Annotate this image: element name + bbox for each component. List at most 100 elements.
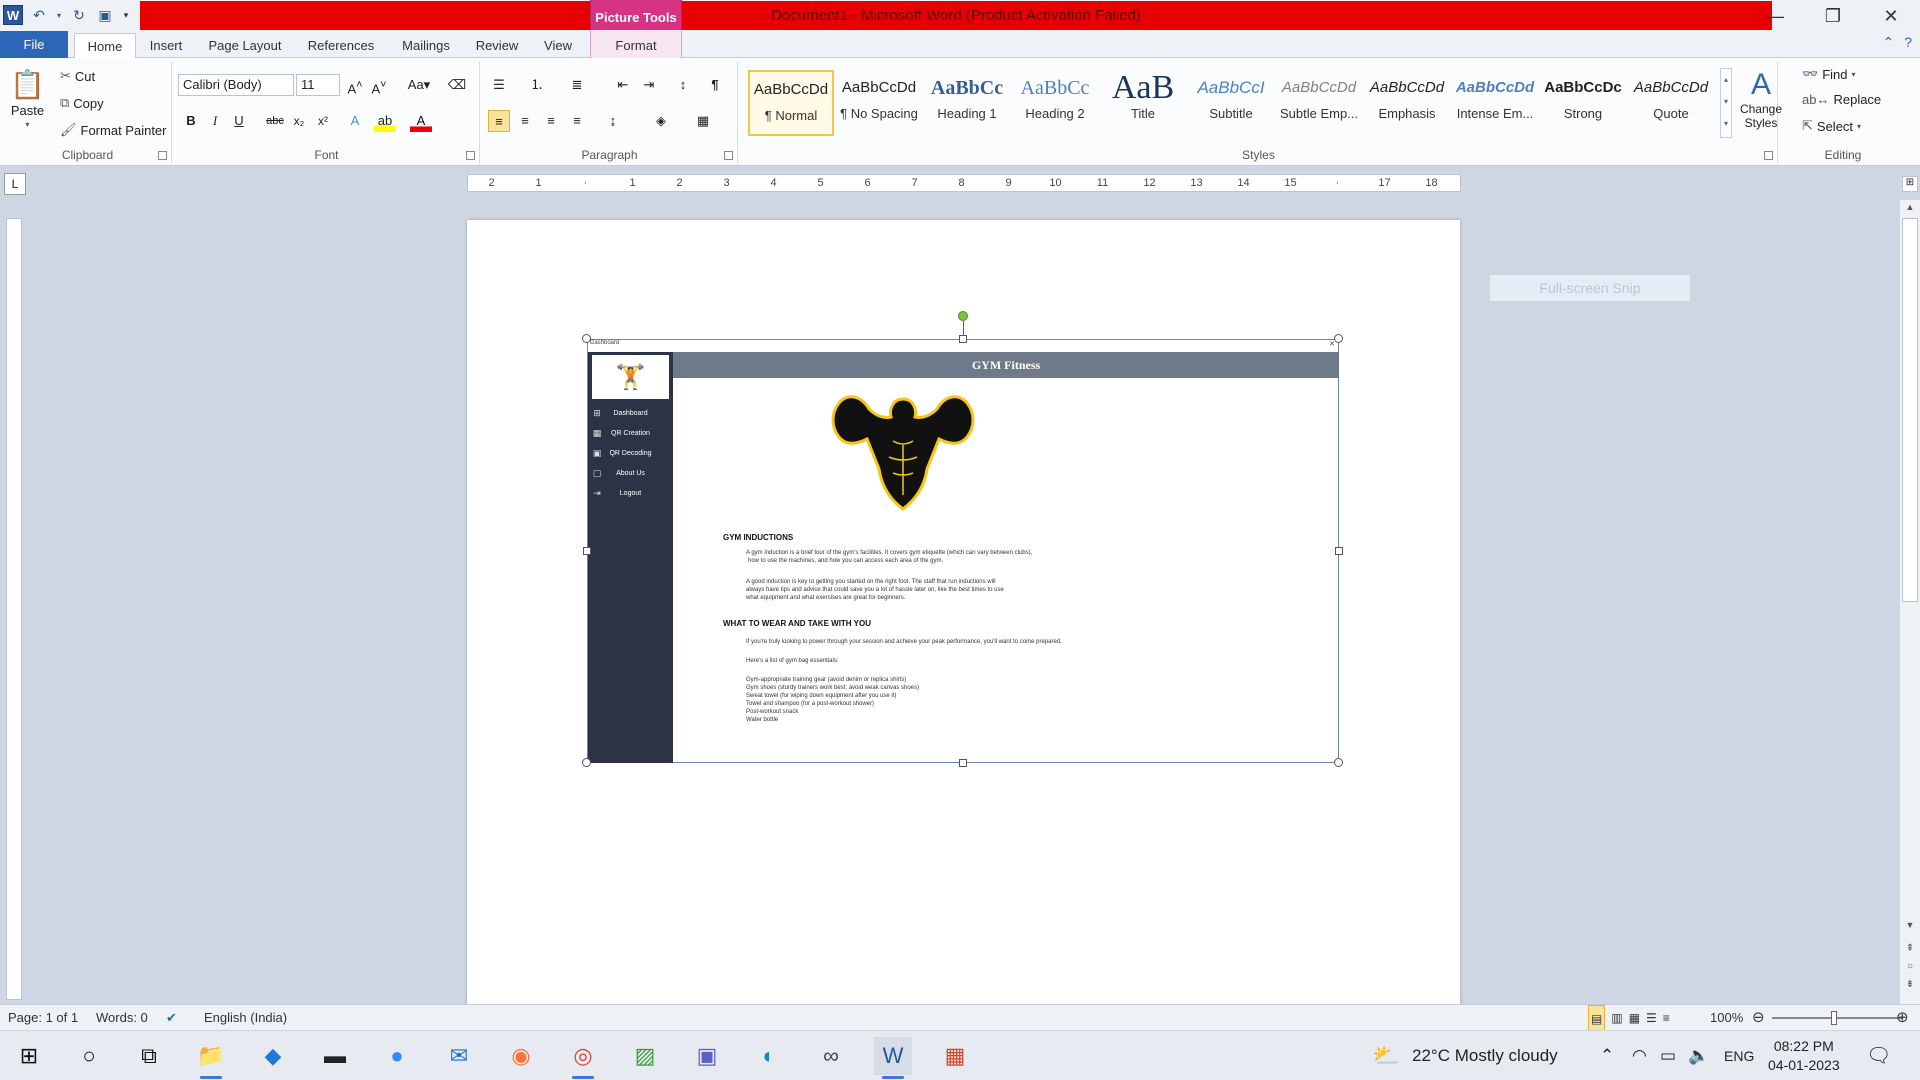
resize-handle-ne[interactable]	[1334, 334, 1343, 343]
proofing-icon[interactable]: ✔	[166, 1005, 177, 1031]
show-formatting-icon[interactable]: ¶	[704, 74, 726, 96]
tab-review[interactable]: Review	[470, 33, 524, 58]
full-screen-reading-icon[interactable]: ▥	[1611, 1005, 1622, 1031]
dialog-launcher-icon[interactable]	[466, 151, 475, 160]
style-intense-emphasis[interactable]: AaBbCcDd Intense Em...	[1452, 70, 1538, 136]
resize-handle-nw[interactable]	[582, 334, 591, 343]
web-layout-icon[interactable]: ▦	[1629, 1005, 1640, 1031]
change-styles-button[interactable]: A Change Styles	[1738, 68, 1784, 130]
language[interactable]: English (India)	[204, 1005, 287, 1031]
zoom-in-icon[interactable]: ⊕	[1896, 1005, 1909, 1031]
weather-icon[interactable]: ⛅	[1372, 1031, 1399, 1080]
app-icon[interactable]: ∞	[812, 1037, 850, 1075]
highlight-icon[interactable]: ab	[374, 110, 396, 132]
justify-icon[interactable]: ≡	[566, 110, 588, 132]
tab-file[interactable]: File	[0, 31, 68, 58]
input-language[interactable]: ENG	[1724, 1031, 1754, 1080]
scroll-up-icon[interactable]: ▲	[1902, 202, 1918, 216]
edge-icon[interactable]: ◐	[750, 1037, 788, 1075]
undo-dropdown-icon[interactable]: ▾	[55, 5, 63, 25]
collapse-ribbon-icon[interactable]: ⌃	[1882, 34, 1894, 51]
tray-chevron-icon[interactable]: ⌃	[1600, 1031, 1614, 1080]
tab-selector[interactable]: L	[4, 173, 26, 195]
browse-object-icons[interactable]: ⇞ ○ ⇟	[1902, 940, 1918, 1000]
style-strong[interactable]: AaBbCcDc Strong	[1540, 70, 1626, 136]
zoom-slider[interactable]	[1772, 1017, 1902, 1019]
file-explorer-icon[interactable]: 📁	[192, 1037, 230, 1079]
word-app-icon[interactable]: W	[3, 5, 23, 25]
font-name-box[interactable]: Calibri (Body)	[178, 74, 294, 96]
style-no-spacing[interactable]: AaBbCcDd ¶ No Spacing	[836, 70, 922, 136]
style-emphasis[interactable]: AaBbCcDd Emphasis	[1364, 70, 1450, 136]
style-quote[interactable]: AaBbCcDd Quote	[1628, 70, 1714, 136]
underline-icon[interactable]: U	[228, 110, 250, 132]
dialog-launcher-icon[interactable]	[724, 151, 733, 160]
numbering-icon[interactable]: ⒈	[526, 74, 548, 96]
strikethrough-icon[interactable]: abc	[264, 110, 286, 132]
style-heading-2[interactable]: AaBbCc Heading 2	[1012, 70, 1098, 136]
text-effects-icon[interactable]: A	[344, 110, 366, 132]
sort-icon[interactable]: ↕	[672, 74, 694, 96]
bold-icon[interactable]: B	[180, 110, 202, 132]
view-ruler-icon[interactable]: ⊞	[1902, 176, 1918, 192]
tab-mailings[interactable]: Mailings	[394, 33, 458, 58]
office-icon[interactable]: ▦	[936, 1037, 974, 1075]
image-editor-icon[interactable]: ▨	[626, 1037, 664, 1075]
minimize-icon[interactable]: —	[1746, 0, 1804, 32]
teams-icon[interactable]: ▣	[688, 1037, 726, 1075]
resize-handle-n[interactable]	[959, 335, 967, 343]
terminal-icon[interactable]: ▬	[316, 1037, 354, 1075]
vscode-icon[interactable]: ◆	[254, 1037, 292, 1075]
zoom-level[interactable]: 100%	[1710, 1005, 1743, 1031]
tab-references[interactable]: References	[300, 33, 382, 58]
task-view-icon[interactable]: ⧉	[130, 1037, 168, 1075]
tab-format[interactable]: Format	[590, 30, 682, 58]
line-spacing-icon[interactable]: ↨	[602, 110, 624, 132]
zoom-out-icon[interactable]: ⊖	[1752, 1005, 1765, 1031]
zoom-app-icon[interactable]: ●	[378, 1037, 416, 1075]
styles-gallery-scroll[interactable]: ▴ ▾ ▾	[1720, 68, 1732, 138]
dialog-launcher-icon[interactable]	[1764, 151, 1773, 160]
close-icon[interactable]: ✕	[1862, 0, 1920, 32]
dialog-launcher-icon[interactable]	[158, 151, 167, 160]
resize-handle-e[interactable]	[1335, 547, 1343, 555]
increase-indent-icon[interactable]: ⇥	[638, 74, 660, 96]
help-icon[interactable]: ?	[1904, 34, 1912, 51]
resize-handle-se[interactable]	[1334, 758, 1343, 767]
align-right-icon[interactable]: ≡	[540, 110, 562, 132]
clock[interactable]: 08:22 PM 04-01-2023	[1768, 1037, 1840, 1075]
cut-button[interactable]: ✂ Cut	[60, 68, 95, 84]
subscript-icon[interactable]: x₂	[288, 110, 310, 132]
customize-qat-icon[interactable]: ▾	[121, 5, 131, 25]
horizontal-ruler[interactable]: 2 1 · 1 2 3 4 5 6 7 8 9 10 11 12 13 14 15 · 17 18	[467, 174, 1461, 192]
redo-icon[interactable]: ↻	[69, 5, 89, 25]
bullets-icon[interactable]: ☰	[488, 74, 510, 96]
font-size-box[interactable]: 11	[296, 74, 340, 96]
start-icon[interactable]: ⊞	[10, 1037, 48, 1075]
scroll-down-icon[interactable]: ▼	[1902, 920, 1918, 934]
shrink-font-icon[interactable]: A˅	[368, 74, 390, 96]
vertical-ruler[interactable]	[6, 218, 22, 1000]
page-count[interactable]: Page: 1 of 1	[8, 1005, 78, 1031]
restore-icon[interactable]: ❐	[1804, 0, 1862, 32]
align-center-icon[interactable]: ≡	[514, 110, 536, 132]
find-button[interactable]: 👓 Find ▾	[1802, 66, 1856, 82]
style-title[interactable]: AaB Title	[1100, 70, 1186, 136]
tab-view[interactable]: View	[536, 33, 580, 58]
rotate-handle[interactable]	[958, 311, 968, 321]
tab-home[interactable]: Home	[74, 33, 136, 59]
undo-icon[interactable]: ↶	[29, 5, 49, 25]
superscript-icon[interactable]: x²	[312, 110, 334, 132]
style-subtitle[interactable]: AaBbCcI Subtitle	[1188, 70, 1274, 136]
notifications-icon[interactable]: 🗨	[1866, 1031, 1891, 1080]
draft-icon[interactable]: ≡	[1663, 1005, 1670, 1031]
resize-handle-s[interactable]	[959, 759, 967, 767]
style-heading-1[interactable]: AaBbCc Heading 1	[924, 70, 1010, 136]
weather-text[interactable]: 22°C Mostly cloudy	[1412, 1031, 1558, 1080]
scrollbar-thumb[interactable]	[1902, 218, 1918, 602]
firefox-icon[interactable]: ◉	[502, 1037, 540, 1075]
style-normal[interactable]: AaBbCcDd ¶ Normal	[748, 70, 834, 136]
outline-icon[interactable]: ☰	[1646, 1005, 1657, 1031]
wifi-icon[interactable]: ◠	[1632, 1031, 1647, 1080]
borders-icon[interactable]: ▦	[692, 110, 714, 132]
